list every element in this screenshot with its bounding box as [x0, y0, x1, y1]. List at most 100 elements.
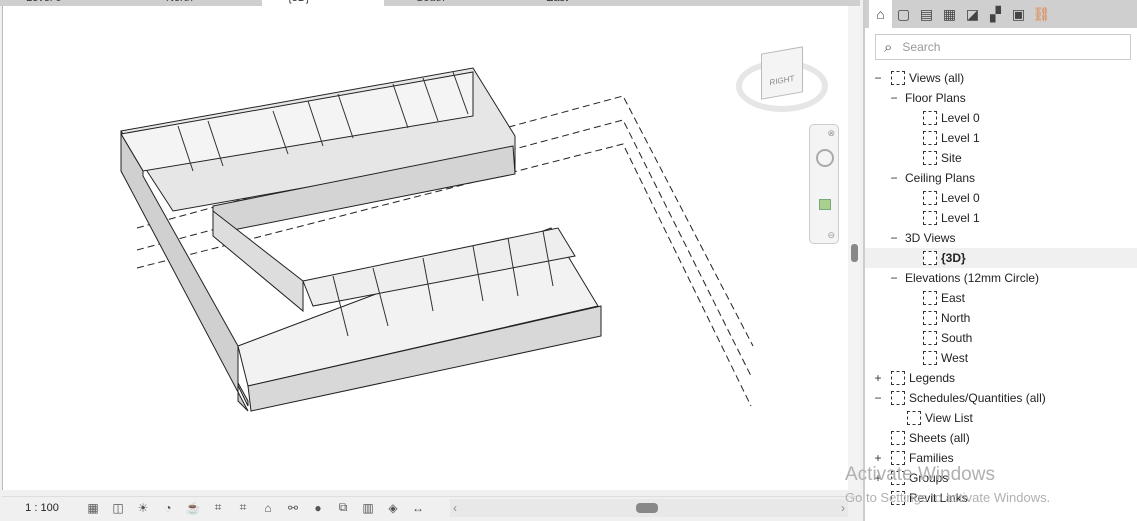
- tree-item-label: Groups: [909, 471, 949, 485]
- collapse-icon[interactable]: −: [873, 391, 883, 405]
- view-icon: [923, 111, 937, 125]
- tree-item-label: {3D}: [941, 251, 966, 265]
- tree-item[interactable]: − Ceiling Plans: [865, 168, 1137, 188]
- close-icon[interactable]: ⊗: [827, 128, 835, 139]
- tree-item-label: Site: [941, 151, 962, 165]
- tree-item[interactable]: Level 1: [865, 128, 1137, 148]
- tree-item[interactable]: − Schedules/Quantities (all): [865, 388, 1137, 408]
- tree-item-label: Sheets (all): [909, 431, 970, 445]
- horizontal-scrollbar[interactable]: ‹ ›: [450, 499, 848, 517]
- sun-path-icon[interactable]: ☀: [132, 500, 154, 516]
- families-icon[interactable]: ▞: [984, 2, 1007, 26]
- view-icon: [891, 491, 905, 505]
- project-browser-icon[interactable]: ⌂: [869, 0, 892, 28]
- tree-item[interactable]: East: [865, 288, 1137, 308]
- vertical-scroll-thumb[interactable]: [851, 244, 858, 262]
- view-icon: [923, 191, 937, 205]
- tree-item-label: North: [941, 311, 971, 325]
- temporary-hide-icon[interactable]: ⚯: [282, 500, 304, 516]
- tree-item-label: View List: [925, 411, 973, 425]
- expand-icon[interactable]: +: [873, 371, 883, 385]
- temporary-view-properties-icon[interactable]: ⧉: [332, 500, 354, 516]
- tree-item-label: Floor Plans: [905, 91, 966, 105]
- search-icon: ⌕: [884, 38, 893, 56]
- browser-tabs: ⌂ ▢ ▤ ▦ ◪ ▞ ▣ ⛓: [865, 0, 1137, 28]
- tree-item[interactable]: South: [865, 328, 1137, 348]
- view-icon: [891, 391, 905, 405]
- tree-item[interactable]: −3D Views: [865, 228, 1137, 248]
- render-icon[interactable]: ☕: [182, 500, 204, 516]
- tree-item[interactable]: Sheets (all): [865, 428, 1137, 448]
- groups-icon[interactable]: ▣: [1007, 2, 1030, 26]
- tree-item[interactable]: Level 0: [865, 188, 1137, 208]
- view-icon: [923, 211, 937, 225]
- analytical-model-icon[interactable]: ▥: [357, 500, 379, 516]
- scale-selector[interactable]: 1 : 100: [2, 502, 82, 514]
- collapse-icon[interactable]: −: [873, 71, 883, 85]
- view-icon: [891, 471, 905, 485]
- tree-item[interactable]: + Families: [865, 448, 1137, 468]
- table-icon[interactable]: ▦: [938, 2, 961, 26]
- steering-wheel-icon[interactable]: [816, 149, 834, 167]
- tree-item[interactable]: − Views (all): [865, 68, 1137, 88]
- schedules-icon[interactable]: ▤: [915, 2, 938, 26]
- minimize-icon[interactable]: ⊖: [827, 230, 835, 241]
- expand-icon[interactable]: +: [873, 471, 883, 485]
- tree-item-label: Schedules/Quantities (all): [909, 391, 1046, 405]
- tree-item[interactable]: West: [865, 348, 1137, 368]
- view-cube[interactable]: RIGHT: [736, 42, 831, 117]
- tree-item[interactable]: Revit Links: [865, 488, 1137, 508]
- tree-item[interactable]: {3D}: [865, 248, 1137, 268]
- tree-item-label: Level 1: [941, 131, 980, 145]
- vertical-scrollbar[interactable]: [848, 6, 860, 490]
- collapse-icon[interactable]: −: [889, 171, 899, 185]
- scroll-right-icon[interactable]: ›: [841, 501, 845, 515]
- shadows-icon[interactable]: ◔: [157, 500, 179, 516]
- search-input[interactable]: ⌕ Search: [875, 34, 1131, 60]
- views-icon[interactable]: ▢: [892, 2, 915, 26]
- view-icon: [923, 291, 937, 305]
- tree-item[interactable]: − Elevations (12mm Circle): [865, 268, 1137, 288]
- tree-item[interactable]: View List: [865, 408, 1137, 428]
- sheets-icon[interactable]: ◪: [961, 2, 984, 26]
- project-browser: ⌂ ▢ ▤ ▦ ◪ ▞ ▣ ⛓ ⌕ Search − Views (all) − Floor Plan…: [863, 0, 1137, 521]
- tree-item[interactable]: + Legends: [865, 368, 1137, 388]
- building-model: [120, 67, 754, 412]
- tree-item-label: West: [941, 351, 969, 365]
- visual-style-icon[interactable]: ◫: [107, 500, 129, 516]
- collapse-icon[interactable]: −: [889, 91, 899, 105]
- horizontal-scroll-thumb[interactable]: [636, 503, 658, 513]
- scroll-left-icon[interactable]: ‹: [453, 501, 457, 515]
- tree-item-label: Level 1: [941, 211, 980, 225]
- tree-item[interactable]: + Groups: [865, 468, 1137, 488]
- view-icon: [923, 311, 937, 325]
- view-icon: [907, 411, 921, 425]
- zoom-region-icon[interactable]: [819, 199, 831, 210]
- tree-item-label: Revit Links: [909, 491, 968, 505]
- lock-3d-icon[interactable]: ⌂: [257, 500, 279, 516]
- detail-level-icon[interactable]: ▦: [82, 500, 104, 516]
- tree-item-label: Ceiling Plans: [905, 171, 976, 185]
- browser-tree: − Views (all) − Floor Plans Level 0 Level 1 Si…: [865, 68, 1137, 508]
- reveal-constraints-icon[interactable]: ↔: [407, 500, 429, 516]
- reveal-hidden-icon[interactable]: ●: [307, 500, 329, 516]
- tree-item[interactable]: North: [865, 308, 1137, 328]
- 3d-viewport[interactable]: RIGHT ⊗ ⊖: [2, 6, 860, 490]
- collapse-icon[interactable]: −: [889, 271, 899, 285]
- view-cube-face-right[interactable]: RIGHT: [761, 46, 803, 100]
- view-control-bar: 1 : 100 ▦ ◫ ☀ ◔ ☕ ⌗ ⌗ ⌂ ⚯ ● ⧉ ▥ ◈ ↔ ‹ ›: [2, 496, 860, 518]
- view-icon: [923, 351, 937, 365]
- show-crop-icon[interactable]: ⌗: [232, 500, 254, 516]
- crop-view-icon[interactable]: ⌗: [207, 500, 229, 516]
- tree-item[interactable]: Site: [865, 148, 1137, 168]
- tree-item[interactable]: Level 1: [865, 208, 1137, 228]
- tree-item[interactable]: − Floor Plans: [865, 88, 1137, 108]
- highlight-displacement-icon[interactable]: ◈: [382, 500, 404, 516]
- tree-item[interactable]: Level 0: [865, 108, 1137, 128]
- tree-item-label: Legends: [909, 371, 956, 385]
- expand-icon[interactable]: +: [873, 451, 883, 465]
- view-icon: [891, 451, 905, 465]
- tree-item-label: Level 0: [941, 191, 980, 205]
- collapse-icon[interactable]: −: [889, 231, 899, 245]
- links-icon[interactable]: ⛓: [1030, 2, 1053, 26]
